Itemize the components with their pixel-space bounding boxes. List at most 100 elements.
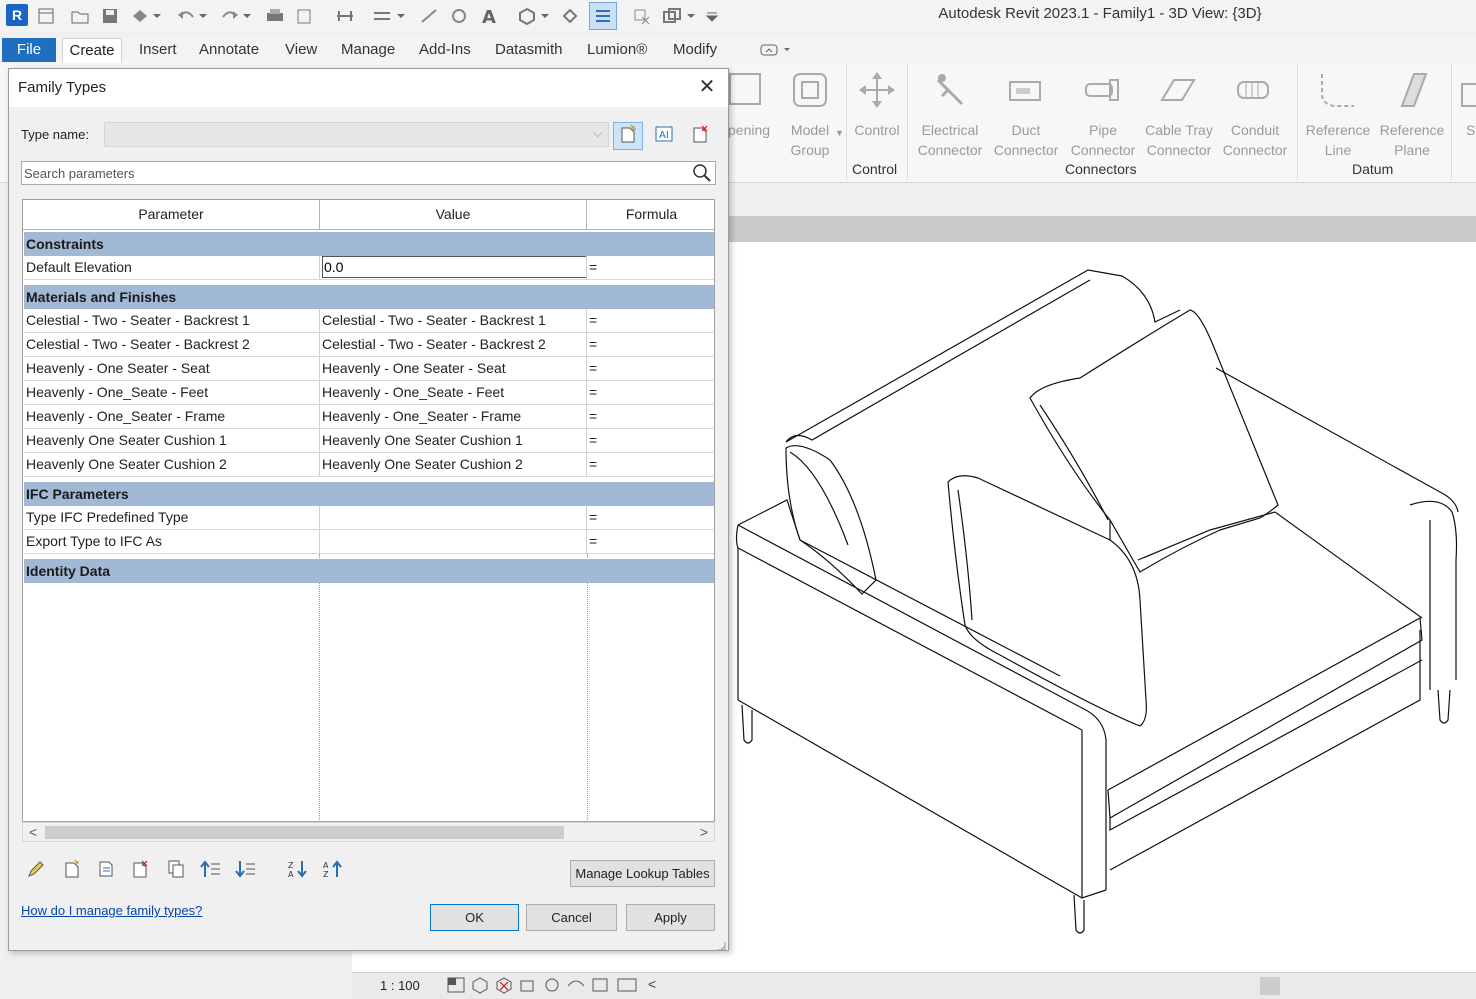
parameter-formula[interactable]: = (587, 333, 714, 356)
chevron-down-icon[interactable] (196, 4, 210, 28)
electrical-connector-icon[interactable] (930, 70, 970, 110)
parameter-formula[interactable]: = (587, 357, 714, 380)
sync-icon[interactable] (128, 4, 152, 28)
tab-addins[interactable]: Add-Ins (419, 41, 471, 58)
pipe-connector-icon[interactable] (1082, 70, 1122, 110)
customize-toolbar-icon[interactable] (700, 4, 724, 28)
column-header-value[interactable]: Value (320, 200, 587, 230)
duct-connector-button[interactable]: Duct Connector (988, 120, 1064, 160)
tab-modify[interactable]: Modify (673, 41, 717, 58)
parameter-value[interactable] (320, 506, 587, 529)
parameter-formula[interactable]: = (587, 429, 714, 452)
table-row[interactable]: Heavenly - One_Seate - Feet Heavenly - O… (24, 381, 714, 405)
sort-descending-button[interactable]: AZ (320, 858, 346, 884)
parameter-formula[interactable]: = (587, 309, 714, 332)
conduit-connector-button[interactable]: Conduit Connector (1216, 120, 1294, 160)
table-row[interactable]: Heavenly One Seater Cushion 2 Heavenly O… (24, 453, 714, 477)
print-icon[interactable] (263, 4, 287, 28)
sort-ascending-button[interactable]: ZA (285, 858, 311, 884)
parameter-value[interactable]: Heavenly One Seater Cushion 1 (320, 429, 587, 452)
set-workplane-icon[interactable] (1460, 70, 1476, 110)
default-elevation-input[interactable] (322, 256, 586, 278)
render-icon[interactable] (542, 976, 562, 999)
dimension-icon[interactable] (370, 4, 394, 28)
chevron-right-icon[interactable]: > (700, 824, 708, 840)
chevron-down-icon[interactable] (538, 4, 552, 28)
opening-icon[interactable] (728, 72, 764, 112)
section-icon[interactable] (558, 4, 582, 28)
lock-view-icon[interactable] (566, 976, 586, 999)
measure-icon[interactable] (333, 4, 357, 28)
save-icon[interactable] (98, 4, 122, 28)
group-header-identity[interactable]: Identity Data (24, 559, 714, 583)
table-row[interactable]: Heavenly One Seater Cushion 1 Heavenly O… (24, 429, 714, 453)
move-up-button[interactable] (198, 858, 224, 884)
3d-view-icon[interactable] (515, 4, 539, 28)
ok-button[interactable]: OK (430, 904, 519, 931)
table-row[interactable]: Default Elevation = (24, 256, 714, 280)
parameter-formula[interactable]: = (587, 381, 714, 404)
help-link[interactable]: How do I manage family types? (21, 903, 202, 918)
group-header-materials[interactable]: Materials and Finishes (24, 285, 714, 309)
control-icon[interactable] (857, 70, 897, 110)
scroll-thumb[interactable] (1260, 977, 1280, 995)
copy-parameter-button[interactable] (163, 858, 189, 884)
group-header-constraints[interactable]: Constraints (24, 232, 714, 256)
tab-manage[interactable]: Manage (341, 41, 395, 58)
home-icon[interactable] (34, 4, 58, 28)
move-down-button[interactable] (233, 858, 259, 884)
parameter-formula[interactable]: = (587, 405, 714, 428)
group-header-ifc[interactable]: IFC Parameters (24, 482, 714, 506)
switch-windows-icon[interactable] (660, 4, 684, 28)
detail-level-icon[interactable] (446, 976, 466, 999)
set-button[interactable]: S (1466, 120, 1476, 140)
reference-plane-icon[interactable] (1392, 70, 1432, 110)
dialog-titlebar[interactable]: Family Types ✕ (9, 69, 728, 107)
revit-logo-icon[interactable]: R (6, 4, 28, 26)
table-row[interactable]: Heavenly - One_Seater - Frame Heavenly -… (24, 405, 714, 429)
column-header-formula[interactable]: Formula (587, 200, 714, 230)
crop-view-icon[interactable] (590, 976, 610, 999)
table-row[interactable]: Celestial - Two - Seater - Backrest 1 Ce… (24, 309, 714, 333)
chevron-down-icon[interactable] (684, 4, 698, 28)
chevron-down-icon[interactable]: ▼ (835, 128, 844, 138)
parameter-value-cell[interactable] (320, 256, 587, 279)
cable-tray-connector-icon[interactable] (1158, 70, 1198, 110)
parameter-value[interactable]: Heavenly - One_Seater - Frame (320, 405, 587, 428)
cancel-button[interactable]: Cancel (526, 904, 617, 931)
opening-button[interactable]: pening (728, 120, 778, 140)
sun-path-icon[interactable] (494, 976, 514, 999)
edit-parameter-button[interactable] (23, 858, 49, 884)
parameter-value[interactable]: Celestial - Two - Seater - Backrest 2 (320, 333, 587, 356)
table-row[interactable]: Celestial - Two - Seater - Backrest 2 Ce… (24, 333, 714, 357)
model-group-button[interactable]: Model Group (782, 120, 838, 160)
duct-connector-icon[interactable] (1006, 70, 1046, 110)
search-parameters-field[interactable] (21, 161, 716, 185)
parameter-formula[interactable]: = (587, 453, 714, 476)
type-name-dropdown[interactable]: ⌵ (104, 122, 609, 147)
ribbon-toggle-icon[interactable] (760, 42, 794, 58)
chevron-down-icon[interactable] (150, 4, 164, 28)
tab-file[interactable]: File (2, 38, 56, 62)
rename-type-button[interactable]: AI (649, 122, 679, 150)
tab-annotate[interactable]: Annotate (199, 41, 259, 58)
text-icon[interactable]: A (476, 4, 500, 28)
resize-grip-icon[interactable] (716, 938, 726, 951)
tab-insert[interactable]: Insert (139, 41, 177, 58)
search-input[interactable] (24, 163, 684, 183)
chevron-left-icon[interactable]: < (29, 824, 37, 840)
parameter-value[interactable]: Celestial - Two - Seater - Backrest 1 (320, 309, 587, 332)
close-button[interactable]: ✕ (695, 77, 719, 99)
apply-button[interactable]: Apply (626, 904, 715, 931)
tab-lumion[interactable]: Lumion® (587, 41, 647, 58)
tab-view[interactable]: View (285, 41, 317, 58)
table-row[interactable]: Export Type to IFC As = (24, 530, 714, 554)
parameter-value[interactable]: Heavenly - One Seater - Seat (320, 357, 587, 380)
column-header-parameter[interactable]: Parameter (23, 200, 320, 230)
reference-plane-button[interactable]: Reference Plane (1376, 120, 1448, 160)
pipe-connector-button[interactable]: Pipe Connector (1064, 120, 1142, 160)
tab-datasmith[interactable]: Datasmith (495, 41, 563, 58)
reference-line-icon[interactable] (1318, 70, 1358, 110)
rename-parameter-button[interactable] (93, 858, 119, 884)
chevron-down-icon[interactable] (240, 4, 254, 28)
